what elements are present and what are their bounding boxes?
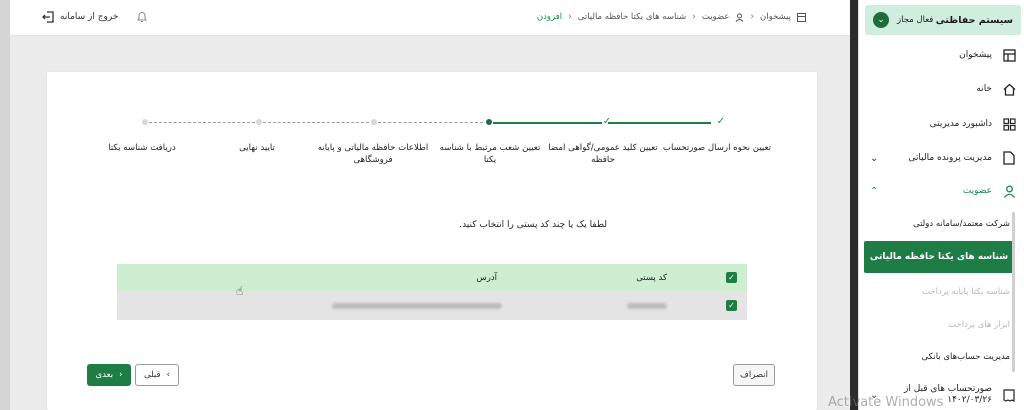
- previous-button-label: قبلی: [144, 370, 161, 380]
- breadcrumb-separator-icon: ›: [692, 12, 696, 22]
- step-label-branches: تعیین شعب مرتبط با شناسه یکتا: [439, 143, 541, 165]
- cancel-button[interactable]: انصراف: [733, 364, 775, 386]
- redacted-postal-code: [627, 302, 667, 309]
- breadcrumb-separator-icon: ›: [750, 12, 754, 22]
- dashboard-icon: [1002, 48, 1016, 62]
- bell-icon[interactable]: [136, 10, 148, 23]
- sidebar-item-management-dashboard[interactable]: داشبورد مدیریتی: [864, 111, 1016, 137]
- sidebar-subitem-payment-tools: ابزار های پرداخت: [948, 320, 1010, 330]
- column-header-address: آدرس: [476, 272, 497, 283]
- sidebar-item-date: ۱۴۰۲/۰۳/۲۶: [947, 395, 992, 405]
- step-connector: [263, 122, 369, 123]
- step-done-check-icon: ✓: [716, 116, 726, 127]
- step-connector: [608, 122, 711, 124]
- sidebar-item-label: داشبورد مدیریتی: [929, 119, 992, 129]
- step-label-final-confirm: تایید نهایی: [239, 143, 275, 153]
- column-header-postal-code: کد پستی: [636, 272, 667, 283]
- step-pending-dot: [371, 119, 377, 125]
- instruction-text: لطفا یک یا چند کد پستی را انتخاب کنید.: [459, 220, 607, 230]
- file-icon: [1002, 151, 1016, 165]
- step-done-check-icon: ✓: [602, 116, 612, 127]
- sidebar-item-label: خانه: [976, 84, 992, 94]
- chevron-down-icon: ⌄: [870, 152, 879, 164]
- step-label-public-key: تعیین کلید عمومی/گواهی امضا حافظه: [548, 143, 658, 165]
- logout-button[interactable]: خروج از سامانه: [42, 11, 118, 23]
- step-label-memory-info: اطلاعات حافظه مالیاتی و پایانه فروشگاهی: [317, 143, 429, 165]
- chevron-right-icon: ›: [119, 370, 123, 380]
- sidebar-item-dashboard[interactable]: پیشخوان: [864, 42, 1016, 68]
- sidebar-divider: [850, 0, 858, 410]
- sidebar-subitem-trusted-company[interactable]: شرکت معتمد/سامانه دولتی: [913, 219, 1010, 229]
- step-current-dot: [486, 119, 492, 125]
- sidebar-subitem-unique-memory-ids[interactable]: شناسه های یکتا حافظه مالیاتی: [864, 241, 1014, 273]
- chevron-up-icon: ⌃: [870, 185, 879, 197]
- step-pending-dot: [256, 119, 262, 125]
- sidebar: سیستم حفاظتی ⌄ فعال مجاز پیشخوان خانه دا…: [858, 0, 1024, 410]
- system-header[interactable]: سیستم حفاظتی ⌄ فعال مجاز: [865, 5, 1021, 35]
- system-title: سیستم حفاظتی: [935, 14, 1013, 26]
- mouse-cursor-icon: ☝: [236, 284, 244, 298]
- sidebar-item-label: مدیریت پرونده مالیاتی: [908, 153, 992, 163]
- activation-watermark: Activate Windows: [828, 395, 944, 410]
- previous-button[interactable]: قبلی ‹: [135, 364, 179, 386]
- breadcrumb-item-unique-ids[interactable]: شناسه های یکتا حافظه مالیاتی: [578, 12, 686, 22]
- top-bar: خروج از سامانه پیشخوان › عضویت › شناسه ه…: [10, 0, 850, 36]
- step-connector: [493, 122, 602, 124]
- step-connector: [378, 122, 483, 123]
- user-icon: [736, 13, 744, 22]
- sidebar-item-home[interactable]: خانه: [864, 76, 1016, 102]
- breadcrumb-item-dashboard[interactable]: پیشخوان: [760, 12, 791, 22]
- sidebar-scrollbar[interactable]: [1012, 212, 1015, 372]
- redacted-address: [332, 302, 502, 309]
- sidebar-subitem-bank-accounts[interactable]: مدیریت حساب‌های بانکی: [922, 352, 1010, 362]
- logout-icon: [42, 11, 54, 23]
- next-button[interactable]: بعدی ›: [87, 364, 131, 386]
- logout-label: خروج از سامانه: [60, 12, 119, 22]
- dashboard-icon: [797, 12, 806, 22]
- receipt-icon: [1002, 388, 1016, 402]
- next-button-label: بعدی: [95, 370, 114, 380]
- system-status: فعال مجاز: [897, 15, 934, 25]
- step-pending-dot: [142, 119, 148, 125]
- step-connector: [149, 122, 255, 123]
- breadcrumb-item-add: افزودن: [536, 12, 563, 22]
- breadcrumb: پیشخوان › عضویت › شناسه های یکتا حافظه م…: [537, 12, 806, 22]
- table-header: ✓ کد پستی آدرس: [117, 264, 747, 291]
- sidebar-item-label: صورتحساب های قبل از: [904, 384, 992, 394]
- grid-icon: [1002, 117, 1016, 131]
- step-label-receive-id: دریافت شناسه یکتا: [108, 143, 176, 153]
- home-icon: [1002, 82, 1016, 96]
- chevron-left-icon: ‹: [166, 370, 170, 380]
- sidebar-item-tax-file[interactable]: مدیریت پرونده مالیاتی ⌄: [864, 145, 1016, 171]
- sidebar-item-membership[interactable]: عضویت ⌃: [864, 178, 1016, 204]
- sidebar-item-label: عضویت: [962, 186, 992, 196]
- sidebar-item-label: پیشخوان: [959, 50, 992, 60]
- select-all-checkbox[interactable]: ✓: [726, 272, 737, 283]
- row-checkbox[interactable]: ✓: [726, 300, 737, 311]
- breadcrumb-item-membership[interactable]: عضویت: [702, 12, 730, 22]
- cancel-button-label: انصراف: [740, 370, 768, 380]
- step-label-invoice-method: تعیین نحوه ارسال صورتحساب: [662, 143, 772, 153]
- wizard-card: ✓ ✓ تعیین نحوه ارسال صورتحساب تعیین کلید…: [47, 72, 817, 410]
- chevron-down-icon[interactable]: ⌄: [873, 12, 889, 28]
- table-row[interactable]: ✓: [117, 291, 747, 320]
- sidebar-subitem-payment-terminal-id: شناسه یکتا پایانه پرداخت: [922, 287, 1010, 297]
- postal-code-table: ✓ کد پستی آدرس ✓: [117, 264, 747, 320]
- breadcrumb-separator-icon: ›: [568, 12, 572, 22]
- user-icon: [1002, 184, 1016, 198]
- window-edge: [0, 0, 10, 410]
